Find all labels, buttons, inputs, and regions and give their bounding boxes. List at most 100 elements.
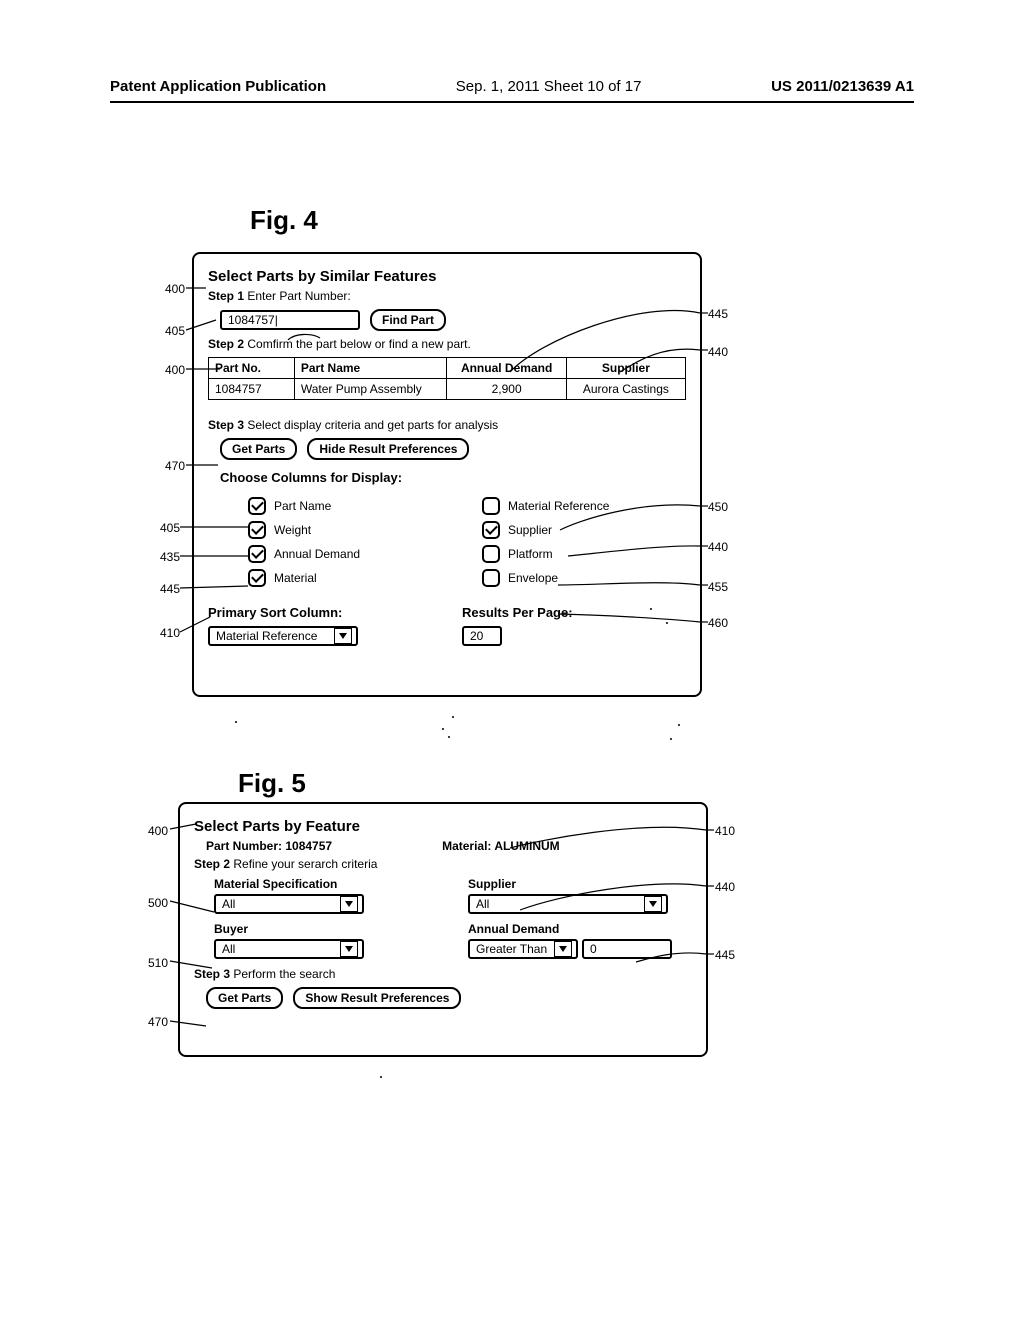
fig5-show-prefs-button[interactable]: Show Result Preferences — [293, 987, 461, 1009]
material-row: Material: ALUMINUM — [442, 839, 560, 853]
material-label: Material: — [442, 839, 491, 853]
chevron-down-icon — [334, 628, 352, 644]
supplier-value: All — [476, 897, 489, 911]
fig5-step3-text: Perform the search — [233, 967, 335, 981]
chk-envelope[interactable] — [482, 569, 500, 587]
supplier-label: Supplier — [468, 877, 692, 891]
chk-annual-demand-label: Annual Demand — [274, 547, 360, 561]
chk-weight[interactable] — [248, 521, 266, 539]
fig5-step2-text: Refine your serarch criteria — [233, 857, 377, 871]
chk-material[interactable] — [248, 569, 266, 587]
demand-value-input[interactable]: 0 — [582, 939, 672, 959]
th-part-no: Part No. — [209, 358, 295, 379]
part-number-input[interactable]: 1084757| — [220, 310, 360, 330]
chevron-down-icon — [340, 941, 358, 957]
speckle-dot — [452, 716, 454, 718]
ref-405: 405 — [165, 324, 185, 338]
page-header: Patent Application Publication Sep. 1, 2… — [110, 78, 914, 103]
header-center: Sep. 1, 2011 Sheet 10 of 17 — [456, 78, 642, 95]
chk-platform-row: Platform — [482, 545, 686, 563]
ref-510: 510 — [148, 956, 168, 970]
part-number-label: Part Number: — [206, 839, 282, 853]
speckle-dot — [380, 1076, 382, 1078]
results-per-page-input[interactable]: 20 — [462, 626, 502, 646]
ref-410: 410 — [160, 626, 180, 640]
speckle-dot — [670, 738, 672, 740]
ref-500: 500 — [148, 896, 168, 910]
get-parts-button[interactable]: Get Parts — [220, 438, 297, 460]
chk-envelope-row: Envelope — [482, 569, 686, 587]
ref-400: 400 — [165, 282, 185, 296]
step2-text: Comfirm the part below or find a new par… — [247, 337, 470, 351]
ref-440: 440 — [715, 880, 735, 894]
figure-5-label: Fig. 5 — [238, 768, 306, 799]
columns-left: Part Name Weight Annual Demand Material — [248, 491, 452, 593]
part-number-value: 1084757 — [285, 839, 332, 853]
speckle-dot — [442, 728, 444, 730]
buyer-value: All — [222, 942, 235, 956]
results-per-page-label: Results Per Page: — [462, 605, 686, 620]
chk-annual-demand[interactable] — [248, 545, 266, 563]
demand-operator-select[interactable]: Greater Than — [468, 939, 578, 959]
speckle-dot — [235, 721, 237, 723]
th-supplier: Supplier — [566, 358, 685, 379]
fig4-step1: Step 1 Enter Part Number: — [208, 289, 686, 303]
find-part-button[interactable]: Find Part — [370, 309, 446, 331]
material-value: ALUMINUM — [494, 839, 559, 853]
fig4-part-table: Part No. Part Name Annual Demand Supplie… — [208, 357, 686, 400]
ref-440: 440 — [708, 540, 728, 554]
fig4-title: Select Parts by Similar Features — [208, 268, 686, 285]
chk-annual-demand-row: Annual Demand — [248, 545, 452, 563]
supplier-select[interactable]: All — [468, 894, 668, 914]
primary-sort-value: Material Reference — [216, 629, 317, 643]
figure-4-label: Fig. 4 — [250, 205, 318, 236]
th-part-name: Part Name — [294, 358, 447, 379]
ref-440: 440 — [708, 345, 728, 359]
ref-445: 445 — [708, 307, 728, 321]
chk-part-name-row: Part Name — [248, 497, 452, 515]
hide-prefs-button[interactable]: Hide Result Preferences — [307, 438, 469, 460]
matspec-select[interactable]: All — [214, 894, 364, 914]
chk-material-label: Material — [274, 571, 317, 585]
buyer-select[interactable]: All — [214, 939, 364, 959]
fig4-step2: Step 2 Comfirm the part below or find a … — [208, 337, 686, 351]
chk-platform-label: Platform — [508, 547, 553, 561]
chk-material-ref[interactable] — [482, 497, 500, 515]
ref-405: 405 — [160, 521, 180, 535]
td-part-name: Water Pump Assembly — [294, 379, 447, 400]
speckle-dot — [650, 608, 652, 610]
ref-455: 455 — [708, 580, 728, 594]
primary-sort-select[interactable]: Material Reference — [208, 626, 358, 646]
step2-label: Step 2 — [208, 337, 244, 351]
chk-weight-row: Weight — [248, 521, 452, 539]
chk-platform[interactable] — [482, 545, 500, 563]
ref-445: 445 — [715, 948, 735, 962]
primary-sort-label: Primary Sort Column: — [208, 605, 432, 620]
chk-supplier-row: Supplier — [482, 521, 686, 539]
buyer-label: Buyer — [214, 922, 438, 936]
chk-supplier-label: Supplier — [508, 523, 552, 537]
fig5-step2: Step 2 Refine your serarch criteria — [194, 857, 692, 871]
chk-part-name-label: Part Name — [274, 499, 331, 513]
demand-label: Annual Demand — [468, 922, 692, 936]
ref-450: 450 — [708, 500, 728, 514]
chk-weight-label: Weight — [274, 523, 311, 537]
ref-470: 470 — [148, 1015, 168, 1029]
step3-text: Select display criteria and get parts fo… — [247, 418, 498, 432]
columns-right: Material Reference Supplier Platform Env… — [482, 491, 686, 593]
fig5-get-parts-button[interactable]: Get Parts — [206, 987, 283, 1009]
ref-435: 435 — [160, 550, 180, 564]
ref-400: 400 — [148, 824, 168, 838]
th-annual-demand: Annual Demand — [447, 358, 566, 379]
fig5-step3: Step 3 Perform the search — [194, 967, 692, 981]
chevron-down-icon — [554, 941, 572, 957]
fig5-step2-label: Step 2 — [194, 857, 230, 871]
chk-supplier[interactable] — [482, 521, 500, 539]
matspec-value: All — [222, 897, 235, 911]
chk-part-name[interactable] — [248, 497, 266, 515]
figure-5-panel: Select Parts by Feature Part Number: 108… — [178, 802, 708, 1057]
header-right: US 2011/0213639 A1 — [771, 78, 914, 95]
fig5-title: Select Parts by Feature — [194, 818, 692, 835]
chevron-down-icon — [340, 896, 358, 912]
choose-columns-label: Choose Columns for Display: — [220, 470, 686, 485]
